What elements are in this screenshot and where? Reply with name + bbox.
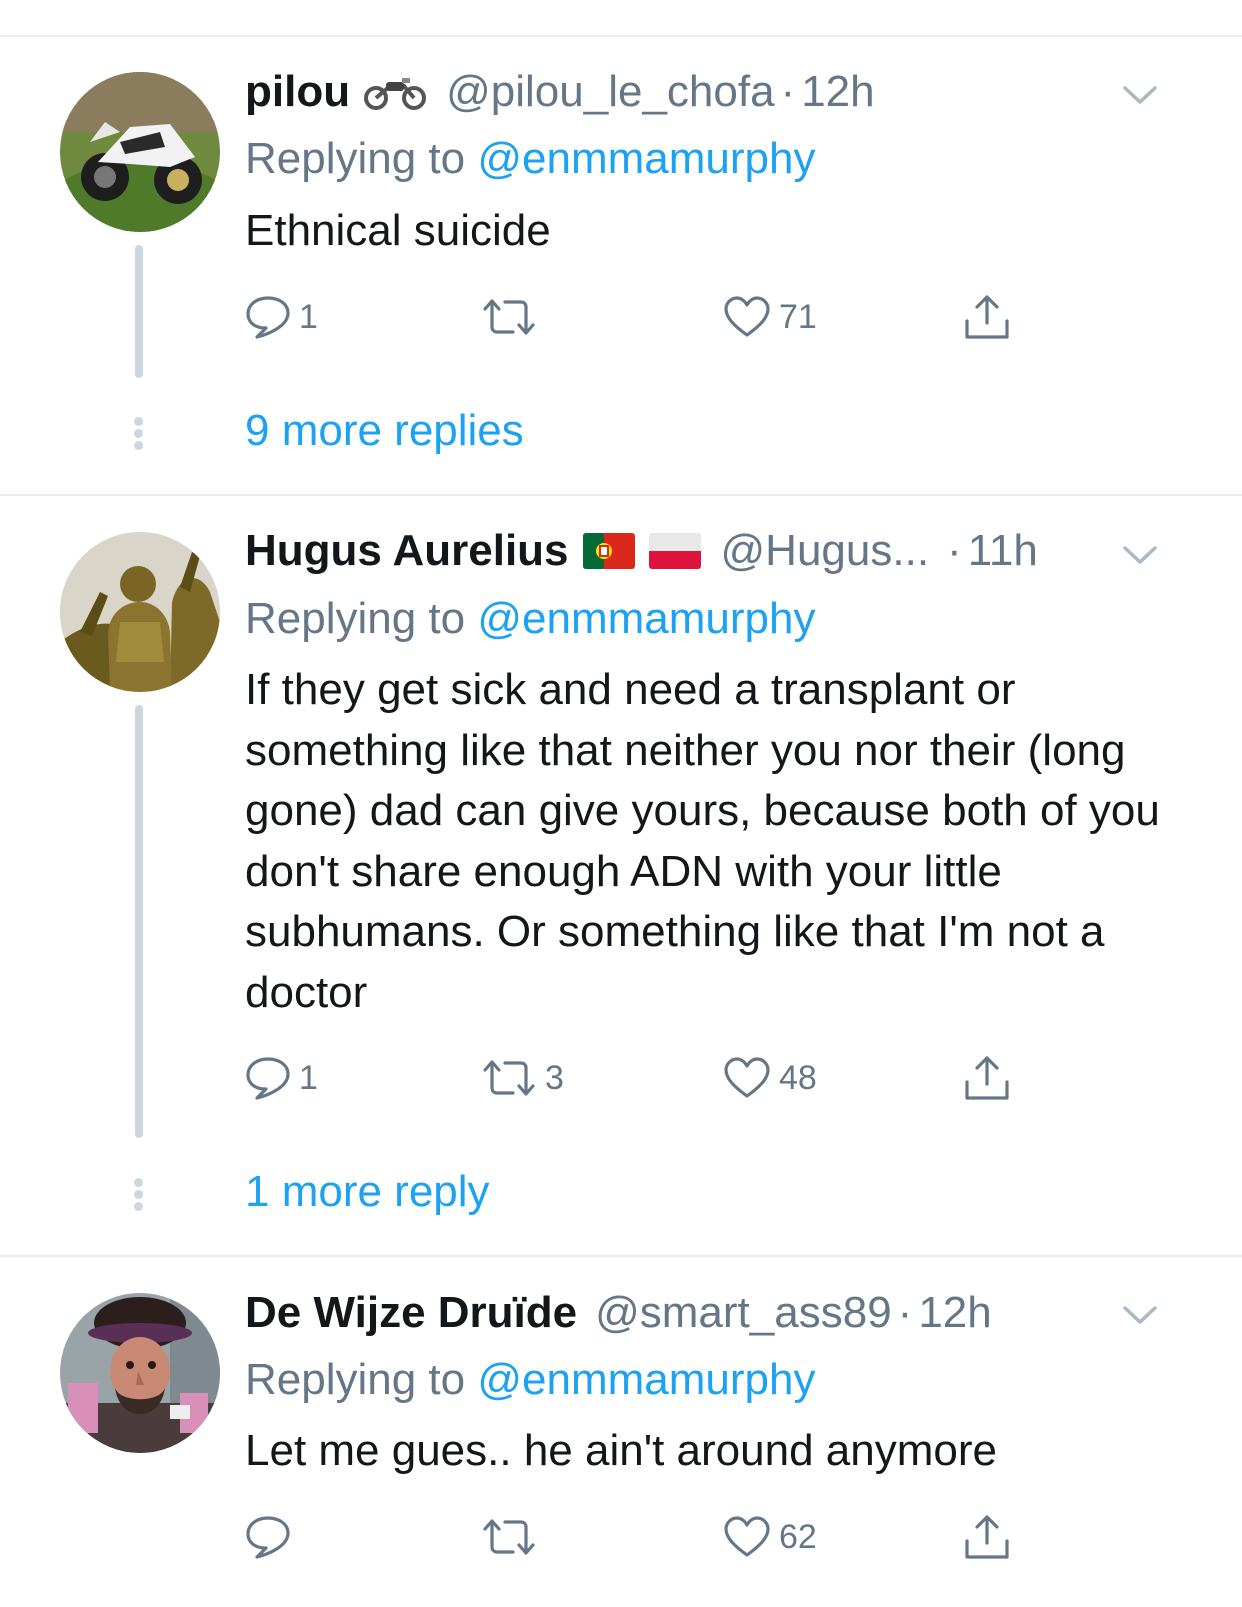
replying-to-mention[interactable]: @enmmamurphy bbox=[477, 1355, 815, 1404]
heart-icon bbox=[724, 1516, 770, 1557]
share-button[interactable] bbox=[963, 1053, 1011, 1103]
like-count: 71 bbox=[779, 297, 817, 336]
avatar[interactable] bbox=[60, 72, 220, 232]
action-bar: 62 bbox=[245, 1512, 1045, 1562]
thread-line bbox=[135, 705, 143, 1138]
reply-icon bbox=[246, 296, 290, 339]
display-name[interactable]: Hugus Aurelius bbox=[245, 526, 569, 576]
more-replies-link[interactable]: 9 more replies bbox=[245, 406, 524, 456]
heart-icon bbox=[724, 296, 770, 337]
thread-line bbox=[135, 245, 143, 378]
timestamp[interactable]: 12h bbox=[801, 67, 874, 117]
retweet-icon bbox=[483, 1519, 535, 1555]
retweet-button[interactable] bbox=[481, 1512, 545, 1562]
share-button[interactable] bbox=[963, 1512, 1011, 1562]
retweet-button[interactable] bbox=[481, 292, 545, 342]
replying-to-mention[interactable]: @enmmamurphy bbox=[477, 594, 815, 643]
top-divider bbox=[0, 35, 1242, 37]
tweet-text: Ethnical suicide bbox=[245, 206, 551, 255]
display-name[interactable]: De Wijze Druïde bbox=[245, 1288, 577, 1338]
reply-icon bbox=[246, 1516, 290, 1559]
avatar[interactable] bbox=[60, 1293, 220, 1453]
replying-to-label: Replying to bbox=[245, 1355, 466, 1404]
retweet-icon bbox=[483, 1060, 535, 1096]
reply-button[interactable]: 1 bbox=[245, 1053, 318, 1103]
poland-flag-icon bbox=[648, 533, 701, 569]
handle[interactable]: @pilou_le_chofa bbox=[446, 67, 774, 117]
action-bar: 1 71 bbox=[245, 292, 1045, 342]
tweet-header: Hugus Aurelius @Hugus... · 11h bbox=[245, 523, 1038, 579]
reply-count: 1 bbox=[299, 1058, 318, 1097]
share-icon bbox=[965, 295, 1009, 339]
chevron-down-icon[interactable] bbox=[1120, 540, 1160, 570]
display-name[interactable]: pilou bbox=[245, 67, 350, 117]
tweet-header: De Wijze Druïde @smart_ass89 · 12h bbox=[245, 1285, 992, 1341]
reply-button[interactable] bbox=[245, 1512, 299, 1562]
retweet-button[interactable]: 3 bbox=[481, 1053, 564, 1103]
replying-to-label: Replying to bbox=[245, 594, 466, 643]
share-icon bbox=[965, 1056, 1009, 1100]
tweet-divider bbox=[0, 494, 1242, 496]
handle[interactable]: @smart_ass89 bbox=[595, 1288, 892, 1338]
retweet-count: 3 bbox=[545, 1058, 564, 1097]
like-count: 62 bbox=[779, 1517, 817, 1556]
like-button[interactable]: 71 bbox=[723, 292, 817, 342]
chevron-down-icon[interactable] bbox=[1120, 80, 1160, 110]
more-replies-dots bbox=[134, 417, 144, 453]
separator-dot: · bbox=[897, 1288, 913, 1337]
avatar[interactable] bbox=[60, 532, 220, 692]
replying-to: Replying to @enmmamurphy bbox=[245, 1355, 815, 1405]
like-button[interactable]: 62 bbox=[723, 1512, 817, 1562]
replying-to-mention[interactable]: @enmmamurphy bbox=[477, 134, 815, 183]
separator-dot: · bbox=[780, 67, 796, 116]
action-bar: 1 3 48 bbox=[245, 1053, 1045, 1103]
chevron-down-icon[interactable] bbox=[1120, 1300, 1160, 1330]
replying-to: Replying to @enmmamurphy bbox=[245, 594, 815, 644]
handle[interactable]: @Hugus... bbox=[721, 526, 930, 576]
timestamp[interactable]: 11h bbox=[968, 526, 1038, 576]
separator-dot: · bbox=[947, 526, 962, 575]
timestamp[interactable]: 12h bbox=[918, 1288, 991, 1338]
tweet-header: pilou @pilou_le_chofa · 12h bbox=[245, 64, 875, 120]
retweet-icon bbox=[483, 299, 535, 335]
replying-to-label: Replying to bbox=[245, 134, 466, 183]
motorcycle-emoji-icon bbox=[364, 74, 427, 110]
share-icon bbox=[965, 1515, 1009, 1559]
share-button[interactable] bbox=[963, 292, 1011, 342]
reply-count: 1 bbox=[299, 297, 318, 336]
reply-button[interactable]: 1 bbox=[245, 292, 318, 342]
tweet-divider bbox=[0, 1255, 1242, 1257]
tweet-text: Let me gues.. he ain't around anymore bbox=[245, 1426, 997, 1475]
heart-icon bbox=[724, 1057, 770, 1098]
reply-icon bbox=[246, 1057, 290, 1100]
tweet-text: If they get sick and need a transplant o… bbox=[245, 665, 1160, 1017]
replying-to: Replying to @enmmamurphy bbox=[245, 134, 815, 184]
more-replies-dots bbox=[134, 1178, 144, 1214]
portugal-flag-icon bbox=[582, 533, 635, 569]
like-button[interactable]: 48 bbox=[723, 1053, 817, 1103]
more-replies-link[interactable]: 1 more reply bbox=[245, 1167, 490, 1217]
like-count: 48 bbox=[779, 1058, 817, 1097]
